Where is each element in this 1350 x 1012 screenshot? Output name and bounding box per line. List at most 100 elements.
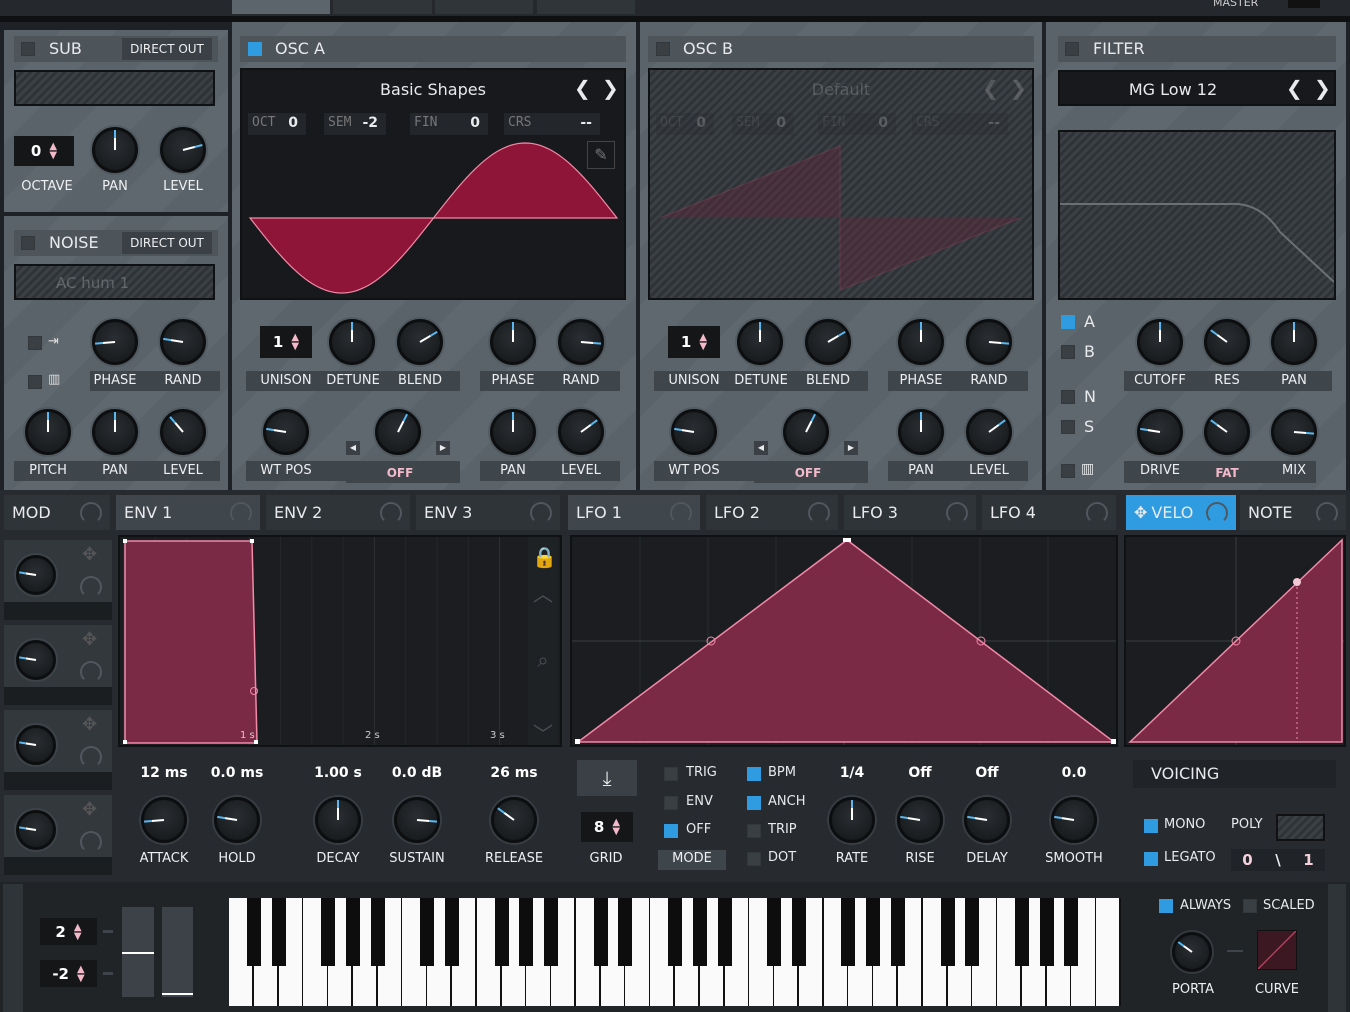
filter-route-s-checkbox[interactable] [1061, 420, 1075, 434]
noise-phase-knob[interactable] [92, 319, 138, 365]
mod-ring-icon[interactable] [80, 576, 102, 598]
mod-ring-icon[interactable] [80, 661, 102, 683]
porta-curve-display[interactable] [1257, 930, 1297, 970]
osc_a-warp-prev-button[interactable]: ◀ [346, 441, 360, 455]
mod-source-knob[interactable] [16, 555, 56, 595]
lfo-trip-checkbox[interactable] [747, 824, 761, 838]
osc_a-wavetable-display[interactable] [240, 68, 626, 300]
filter-res-knob[interactable] [1204, 319, 1250, 365]
black-key[interactable] [1014, 898, 1029, 966]
lfo-dot-checkbox[interactable] [747, 852, 761, 866]
black-key[interactable] [370, 898, 385, 966]
osc_b-wavetable-display[interactable] [648, 68, 1034, 300]
env-display[interactable] [118, 535, 594, 747]
osc_a-warp-next-button[interactable]: ▶ [436, 441, 450, 455]
tab-env3[interactable]: ENV 3 [416, 495, 560, 530]
osc_a-warp-mode-label[interactable]: OFF [355, 465, 445, 481]
osc_a-unison-stepper[interactable]: 1 ▲ ▼ [260, 326, 312, 358]
noise-pitch-knob[interactable] [25, 409, 71, 455]
env-decay-knob[interactable] [315, 797, 361, 843]
osc_b-param-oct[interactable]: OCT 0 [656, 113, 714, 135]
lfo-anch-checkbox[interactable] [747, 796, 761, 810]
note-range-display[interactable]: 0 \ 1 [1231, 849, 1325, 871]
tab-lfo4[interactable]: LFO 4 [982, 495, 1116, 530]
black-key[interactable] [668, 898, 682, 966]
env-hold-knob[interactable] [214, 797, 260, 843]
osc_a-edit-pencil-icon[interactable]: ✎ [587, 141, 615, 169]
noise-keytrack-checkbox[interactable] [28, 375, 42, 389]
osc_a-blend-knob[interactable] [397, 319, 443, 365]
mono-checkbox[interactable] [1144, 819, 1158, 833]
pitch-bend-up-stepper[interactable]: 2 ▲ ▼ [40, 918, 97, 945]
osc_b-rand-knob[interactable] [966, 319, 1012, 365]
black-key[interactable] [940, 898, 955, 966]
env-attack-knob[interactable] [141, 797, 187, 843]
black-key[interactable] [246, 898, 261, 966]
filter-cutoff-knob[interactable] [1137, 319, 1183, 365]
noise-enable-checkbox[interactable] [21, 236, 35, 250]
osc_a-param-fin[interactable]: FIN 0 [410, 113, 488, 135]
top-tab[interactable] [333, 0, 432, 14]
black-key[interactable] [345, 898, 360, 966]
chevron-down-icon[interactable]: ﹀ [532, 718, 554, 747]
osc_b-param-sem[interactable]: SEM 0 [732, 113, 794, 135]
noise-sample-display[interactable]: AC hum 1 [14, 264, 215, 300]
black-key[interactable] [321, 898, 336, 966]
up-down-arrows-icon[interactable]: ▲ ▼ [74, 922, 82, 941]
osc_b-param-fin[interactable]: FIN 0 [818, 113, 896, 135]
lfo-delay-knob[interactable] [964, 797, 1010, 843]
env-release-knob[interactable] [491, 797, 537, 843]
osc_a-wtpos-knob[interactable] [263, 409, 309, 455]
porta-knob[interactable] [1172, 932, 1212, 972]
black-key[interactable] [692, 898, 707, 966]
black-key[interactable] [891, 898, 905, 966]
black-key[interactable] [445, 898, 459, 966]
black-key[interactable] [1064, 898, 1079, 966]
lfo-trig-checkbox[interactable] [664, 767, 678, 781]
black-key[interactable] [420, 898, 435, 966]
filter-route-a-checkbox[interactable] [1061, 315, 1075, 329]
keyboard-scroll[interactable] [3, 884, 23, 1012]
scaled-checkbox[interactable] [1243, 899, 1257, 913]
osc_a-param-crs[interactable]: CRS -- [504, 113, 600, 135]
filter-route-n-checkbox[interactable] [1061, 390, 1075, 404]
octave-stepper[interactable]: 0 ▲ ▼ [14, 136, 74, 166]
chevron-up-icon[interactable]: ︿ [532, 578, 554, 607]
black-key[interactable] [717, 898, 732, 966]
mod-source-knob[interactable] [16, 810, 56, 850]
black-key[interactable] [271, 898, 286, 966]
lfo-download-button[interactable]: ⤓ [577, 760, 637, 796]
up-down-arrows-icon[interactable]: ▲ ▼ [49, 142, 57, 161]
poly-voices-stepper[interactable] [1276, 814, 1325, 841]
osc_a-param-sem[interactable]: SEM -2 [324, 113, 386, 135]
lfo-bpm-checkbox[interactable] [747, 767, 761, 781]
noise-level-knob[interactable] [160, 409, 206, 455]
osc_b-level-knob[interactable] [966, 409, 1012, 455]
osc_a-level-knob[interactable] [558, 409, 604, 455]
black-key[interactable] [519, 898, 534, 966]
mod-ring-icon[interactable] [80, 831, 102, 853]
black-key[interactable] [593, 898, 608, 966]
tab-note[interactable]: NOTE [1240, 495, 1346, 530]
lfo-rate-knob[interactable] [829, 797, 875, 843]
always-checkbox[interactable] [1159, 899, 1173, 913]
master-toggle[interactable] [1288, 0, 1320, 8]
up-down-arrows-icon[interactable]: ▲ ▼ [699, 333, 707, 352]
tab-lfo1[interactable]: LFO 1 [568, 495, 700, 530]
osc_b-phase-knob[interactable] [898, 319, 944, 365]
lfo-env-checkbox[interactable] [664, 796, 678, 810]
filter-enable-checkbox[interactable] [1065, 42, 1079, 56]
top-tab[interactable] [537, 0, 635, 14]
osc_a-warp-knob[interactable] [375, 409, 421, 455]
osc_a-param-oct[interactable]: OCT 0 [248, 113, 306, 135]
filter-fat-knob[interactable] [1204, 409, 1250, 455]
zoom-icon[interactable]: ⌕ [532, 648, 554, 672]
black-key[interactable] [618, 898, 633, 966]
osc_b-unison-stepper[interactable]: 1 ▲ ▼ [668, 326, 720, 358]
black-key[interactable] [866, 898, 881, 966]
legato-checkbox[interactable] [1144, 852, 1158, 866]
tab-lfo3[interactable]: LFO 3 [844, 495, 976, 530]
up-down-arrows-icon[interactable]: ▲ ▼ [77, 964, 85, 983]
right-scroll[interactable] [1328, 884, 1346, 1012]
noise-pan-knob[interactable] [92, 409, 138, 455]
